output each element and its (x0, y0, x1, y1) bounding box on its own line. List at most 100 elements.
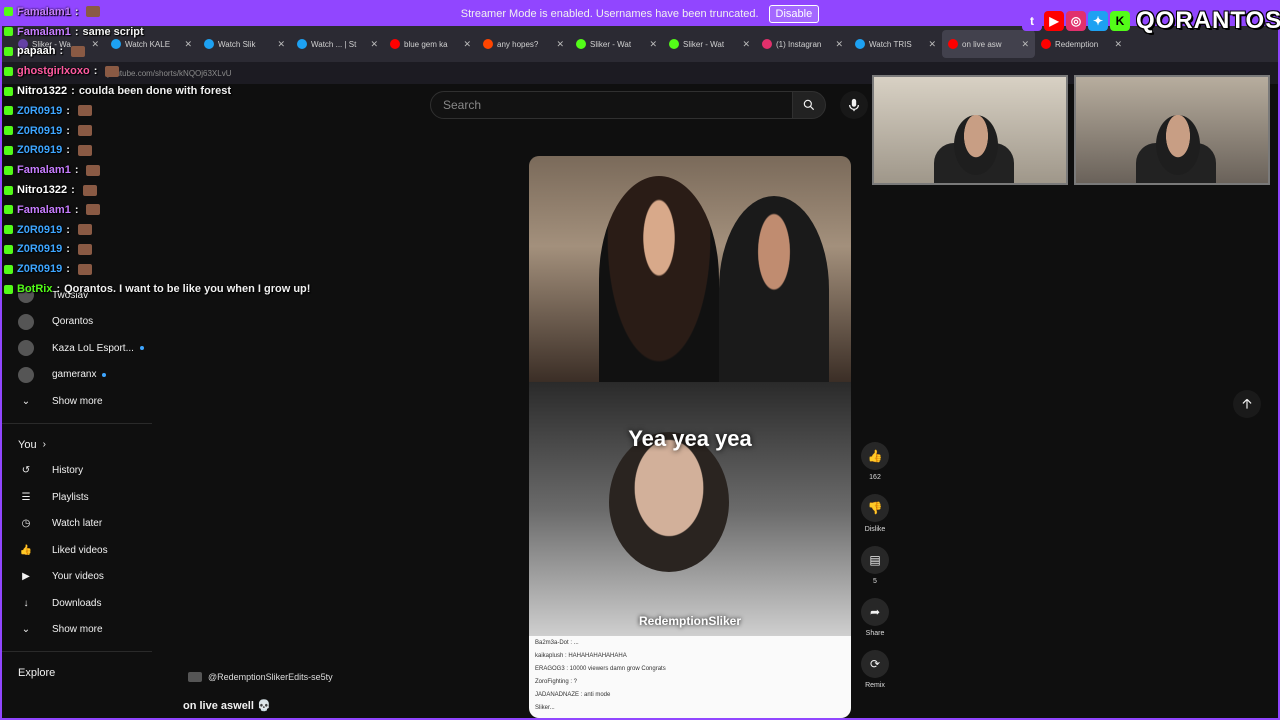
emote-icon (77, 263, 92, 275)
disable-streamer-mode-button[interactable]: Disable (768, 5, 820, 23)
action-label: Share (865, 630, 885, 637)
browser-tab[interactable]: any hopes? ✕ (477, 30, 570, 58)
history-icon: ↺ (21, 465, 31, 477)
sidebar-item-your-videos[interactable]: ▶ Your videos (2, 564, 152, 591)
kick-icon: K (1110, 11, 1130, 31)
thumbs-up-icon[interactable]: 👍 (861, 442, 889, 470)
chat-separator: : (66, 124, 70, 137)
close-icon[interactable]: ✕ (370, 39, 378, 50)
browser-tab[interactable]: Watch TRIS ✕ (849, 30, 942, 58)
divider (2, 651, 152, 652)
video-channel[interactable]: @RedemptionSlikerEdits-se5ty (188, 672, 333, 682)
chevron-down-icon: ⌄ (21, 624, 31, 636)
video-chat-line: kaikaplush : HAHAHAHAHAHAHA (535, 653, 627, 659)
close-icon[interactable]: ✕ (835, 39, 843, 50)
chat-message: Z0R0919 : (4, 259, 334, 279)
instagram-icon: ◎ (1066, 11, 1086, 31)
chat-text: Qorantos. I want to be like you when I g… (64, 283, 311, 296)
thumbs-up-icon: 👍 (19, 544, 33, 556)
scroll-up-button[interactable] (1233, 390, 1261, 418)
chat-message: Famalam1 : (4, 160, 334, 180)
close-icon[interactable]: ✕ (556, 39, 564, 50)
sidebar-item-downloads[interactable]: ↓ Downloads (2, 590, 152, 617)
close-icon[interactable]: ✕ (649, 39, 657, 50)
subscription-label: Kaza LoL Esport... (52, 342, 134, 354)
shorts-video-player[interactable]: Yea yea yea RedemptionSliker Ba2m3a-Dot … (529, 156, 851, 718)
thumbs-down-icon[interactable]: 👎 (861, 494, 889, 522)
chat-username: Nitro1322 (17, 184, 68, 197)
sidebar-item-label: History (52, 465, 84, 477)
tab-label: Sliker - Wat (590, 39, 632, 49)
subscription-item[interactable]: Qorantos (2, 309, 152, 336)
subscription-item[interactable]: Kaza LoL Esport... (2, 335, 152, 362)
live-dot-icon (102, 372, 107, 377)
browser-tab[interactable]: blue gem ka ✕ (384, 30, 477, 58)
channel-name: @RedemptionSlikerEdits-se5ty (208, 672, 333, 682)
chat-message: Famalam1 : (4, 2, 334, 22)
browser-tab[interactable]: Sliker - Wat ✕ (570, 30, 663, 58)
tab-label: on live asw (962, 39, 1002, 49)
explore-label: Explore (18, 667, 56, 679)
sidebar-item-liked-videos[interactable]: 👍 Liked videos (2, 537, 152, 564)
tab-favicon (576, 39, 586, 49)
sidebar-item-playlists[interactable]: ☰ Playlists (2, 484, 152, 511)
streamer-mode-message: Streamer Mode is enabled. Usernames have… (460, 8, 759, 20)
video-inner-chat: Ba2m3a-Dot : ... kaikaplush : HAHAHAHAHAH… (529, 636, 851, 718)
tab-label: Redemption (1055, 39, 1099, 49)
playlists-icon: ☰ (21, 491, 31, 503)
close-icon[interactable]: ✕ (1021, 39, 1029, 50)
search-input[interactable]: Search (430, 91, 794, 119)
emote-icon (86, 204, 101, 216)
chat-separator: : (66, 104, 70, 117)
chat-message: Famalam1 : (4, 200, 334, 220)
sidebar-item-label: Watch later (52, 518, 103, 530)
close-icon[interactable]: ✕ (463, 39, 471, 50)
chat-separator: : (66, 144, 70, 157)
streamer-logo: t ▶ ◎ ✦ K QORANTOS (1022, 5, 1280, 37)
sidebar-item-history[interactable]: ↺ History (2, 458, 152, 485)
show-more-you[interactable]: ⌄ Show more (2, 617, 152, 644)
emote-icon (77, 224, 92, 236)
avatar (18, 366, 34, 383)
comment-icon[interactable]: ▤ (861, 546, 889, 574)
tab-favicon (483, 39, 493, 49)
sidebar-item-watch-later[interactable]: ◷ Watch later (2, 511, 152, 538)
kick-badge-icon (4, 145, 13, 155)
chat-username: Famalam1 (17, 164, 71, 177)
action-label: Dislike (864, 526, 886, 533)
sidebar-item-label: Liked videos (52, 544, 108, 556)
share-icon[interactable]: ➦ (861, 598, 889, 626)
remix-icon[interactable]: ⟳ (861, 650, 889, 678)
remix-button[interactable]: ⟳ Remix (859, 650, 891, 702)
chat-message: ghostgirlxoxo : (4, 61, 334, 81)
close-icon[interactable]: ✕ (742, 39, 750, 50)
browser-tab[interactable]: Sliker - Wat ✕ (663, 30, 756, 58)
comment-button[interactable]: ▤ 5 (859, 546, 891, 598)
show-more-subscriptions[interactable]: ⌄ Show more (2, 388, 152, 415)
search-button[interactable] (792, 91, 826, 119)
close-icon[interactable]: ✕ (1114, 39, 1122, 50)
share-button[interactable]: ➦ Share (859, 598, 891, 650)
voice-search-button[interactable] (840, 91, 868, 119)
subscription-item[interactable]: gameranx (2, 362, 152, 389)
webcam-left (872, 75, 1068, 185)
sidebar-item-label: Downloads (52, 597, 102, 609)
youtube-icon: ▶ (1044, 11, 1064, 31)
tab-label: blue gem ka (404, 39, 448, 49)
video-caption-overlay: Yea yea yea (628, 426, 752, 451)
thumbs-up-button[interactable]: 👍 162 (859, 442, 891, 494)
chat-message: Z0R0919 : (4, 220, 334, 240)
shorts-actions: 👍 162 👎 Dislike ▤ 5 ➦ Share ⟳ Remix (859, 442, 891, 702)
kick-badge-icon (4, 205, 13, 215)
kick-badge-icon (4, 284, 13, 294)
thumbs-down-button[interactable]: 👎 Dislike (859, 494, 891, 546)
chat-separator: : (56, 283, 61, 296)
chat-text: same script (82, 25, 144, 38)
browser-tab[interactable]: (1) Instagran ✕ (756, 30, 849, 58)
emote-icon (86, 164, 101, 176)
close-icon[interactable]: ✕ (928, 39, 936, 50)
you-section-header[interactable]: You › (2, 432, 152, 458)
kick-badge-icon (4, 185, 13, 195)
chat-username: ghostgirlxoxo (17, 65, 90, 78)
chat-message: Z0R0919 : (4, 240, 334, 260)
